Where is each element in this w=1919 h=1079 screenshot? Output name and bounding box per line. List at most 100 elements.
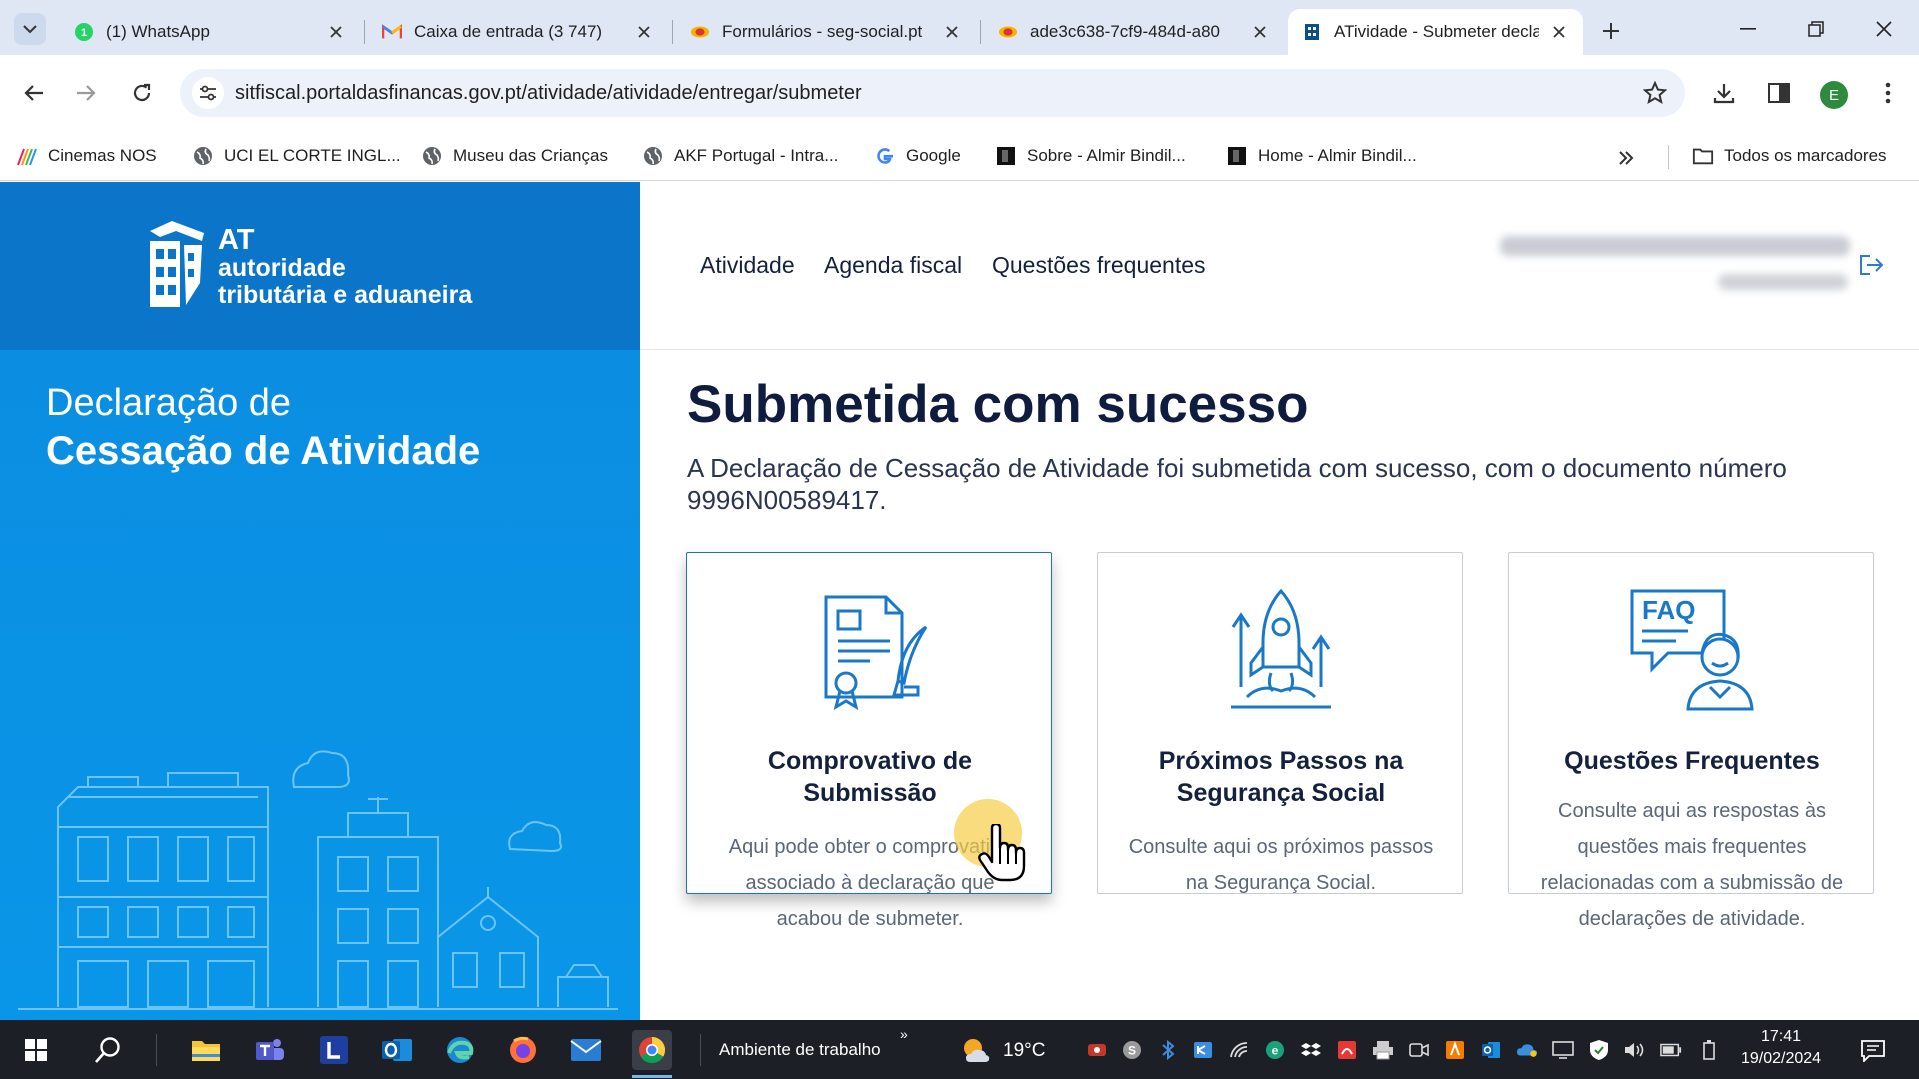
tab-seg-social[interactable]: Formulários - seg-social.pt [676,9,976,55]
close-tab-icon[interactable] [634,22,654,42]
teams-button[interactable] [250,1030,290,1070]
tray-wifi-icon[interactable] [1229,1039,1251,1061]
site-info-button[interactable] [192,77,224,109]
tray-recorder-icon[interactable] [1086,1039,1108,1061]
tray-outlook-icon[interactable] [1480,1039,1502,1061]
tray-onedrive-icon[interactable] [1516,1039,1538,1061]
bookmark-museu[interactable]: Museu das Crianças [421,142,608,170]
tray-edge-beta-icon[interactable]: e [1264,1039,1286,1061]
weather-widget[interactable] [956,1030,996,1070]
bookmarks-overflow-button[interactable] [1618,145,1634,171]
file-explorer-button[interactable] [186,1030,226,1070]
weather-partly-cloudy-icon [964,1039,990,1062]
tray-dropbox-icon[interactable] [1300,1039,1322,1061]
outlook-button[interactable] [377,1030,417,1070]
minimize-icon [1740,28,1756,30]
search-icon [95,1037,120,1063]
tab-document[interactable]: ade3c638-7cf9-484d-a80 [984,9,1284,55]
search-button[interactable] [88,1030,128,1070]
bookmark-sobre-almir[interactable]: Sobre - Almir Bindil... [995,142,1186,170]
new-tab-button[interactable] [1596,16,1626,46]
city-illustration [18,750,618,1010]
tray-skype-icon[interactable]: S [1121,1039,1143,1061]
tray-pdf-icon[interactable] [1336,1039,1358,1061]
url-text[interactable]: sitfiscal.portaldasfinancas.gov.pt/ativi… [235,82,862,105]
declaration-title: Cessação de Atividade [46,429,481,473]
bookmark-home-almir[interactable]: Home - Almir Bindil... [1226,142,1417,170]
bookmark-star-button[interactable] [1642,80,1668,110]
close-window-button[interactable] [1866,14,1902,44]
address-bar[interactable]: sitfiscal.portaldasfinancas.gov.pt/ativi… [180,69,1685,117]
chrome-button[interactable] [632,1030,672,1070]
tray-display-icon[interactable] [1552,1039,1574,1061]
l-app-button[interactable] [314,1030,354,1070]
all-bookmarks-button[interactable]: Todos os marcadores [1692,142,1887,170]
edge-button[interactable] [440,1030,480,1070]
tab-atividade[interactable]: ATividade - Submeter declaração [1288,9,1583,55]
tray-bluetooth-icon[interactable] [1157,1039,1179,1061]
tab-title: ade3c638-7cf9-484d-a80 [1030,22,1220,41]
card-proximos-passos[interactable]: Próximos Passos na Segurança Social Cons… [1097,552,1463,894]
firefox-icon [510,1036,536,1063]
svg-text:e: e [1272,1044,1279,1058]
bookmark-cinemas-nos[interactable]: Cinemas NOS [16,142,157,170]
taskbar-separator [156,1034,157,1066]
tab-title: Formulários - seg-social.pt [722,22,923,41]
tab-whatsapp[interactable]: 1 (1) WhatsApp [60,9,360,55]
logo-line-2: autoridade [218,254,346,282]
bookmark-label: Google [906,146,961,165]
tray-power-icon[interactable] [1698,1039,1720,1061]
notifications-button[interactable] [1860,1038,1886,1064]
tray-security-icon[interactable] [1588,1039,1610,1061]
tray-volume-icon[interactable] [1624,1039,1646,1061]
nav-atividade[interactable]: Atividade [700,252,795,279]
tab-search-button[interactable] [14,13,46,45]
windows-icon [25,1039,47,1061]
weather-temperature[interactable]: 19°C [1003,1040,1045,1062]
toolbar-expand-icon[interactable]: » [900,1026,908,1042]
bookmark-google[interactable]: Google [874,142,961,170]
bookmark-akf[interactable]: AKF Portugal - Intra... [642,142,838,170]
tray-app-icon[interactable] [1192,1039,1214,1061]
system-clock[interactable]: 17:41 19/02/2024 [1736,1026,1826,1070]
logo-line-3: tributária e aduaneira [218,281,473,309]
logo-band[interactable]: AT autoridade tributária e aduaneira [0,182,640,350]
close-tab-icon[interactable] [326,22,346,42]
browser-tab-strip: 1 (1) WhatsApp Caixa de entrada (3 747) … [0,0,1919,55]
profile-avatar[interactable]: E [1820,81,1848,109]
desktop-toolbar-label[interactable]: Ambiente de trabalho [719,1040,881,1060]
firefox-button[interactable] [503,1030,543,1070]
start-button[interactable] [16,1030,56,1070]
menu-button[interactable] [1870,75,1906,111]
tray-orange-app-icon[interactable] [1444,1039,1466,1061]
tab-gmail[interactable]: Caixa de entrada (3 747) [368,9,668,55]
notification-icon [1861,1040,1885,1062]
close-tab-icon[interactable] [1549,22,1569,42]
bookmark-uci[interactable]: UCI EL CORTE INGL... [192,142,401,170]
restore-button[interactable] [1798,14,1834,44]
chevron-down-icon [23,25,37,34]
nav-questoes-frequentes[interactable]: Questões frequentes [992,252,1206,279]
hand-pointer-icon [978,824,1026,882]
close-tab-icon[interactable] [942,22,962,42]
tab-title: ATividade - Submeter declaração [1334,22,1539,41]
minimize-button[interactable] [1730,14,1766,44]
reload-button[interactable] [124,75,160,111]
bookmarks-bar: Cinemas NOS UCI EL CORTE INGL... Museu d… [0,131,1919,181]
edge-icon [447,1037,474,1063]
back-button[interactable] [16,75,52,111]
tray-meet-icon[interactable] [1408,1039,1430,1061]
mail-button[interactable] [566,1030,606,1070]
faq-person-icon: FAQ [1630,589,1754,711]
side-panel-button[interactable] [1761,75,1797,111]
logout-icon[interactable] [1858,254,1884,276]
chrome-icon [639,1036,666,1064]
taskbar-separator [700,1034,701,1066]
close-tab-icon[interactable] [1250,22,1270,42]
nav-agenda-fiscal[interactable]: Agenda fiscal [824,252,962,279]
tray-battery-icon[interactable] [1660,1039,1682,1061]
card-questoes-frequentes[interactable]: FAQ Questões Frequentes Consulte aqui as… [1508,552,1874,930]
forward-button[interactable] [68,75,104,111]
tray-printer-icon[interactable] [1372,1039,1394,1061]
downloads-button[interactable] [1706,75,1742,111]
